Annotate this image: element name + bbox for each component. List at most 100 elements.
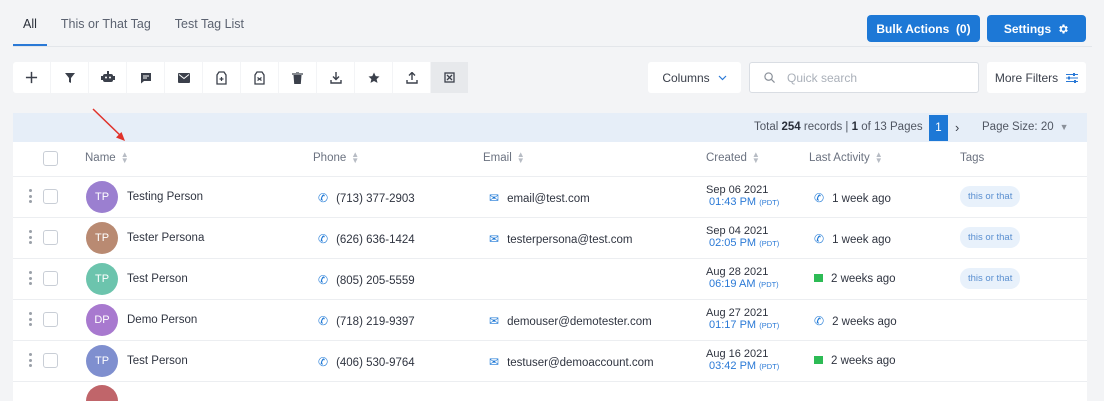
settings-button[interactable]: Settings bbox=[987, 15, 1086, 42]
column-header-created[interactable]: Created ▲ ▼ bbox=[706, 151, 760, 165]
avatar[interactable]: TP bbox=[86, 345, 118, 377]
pagination-bar: Total 254 records | 1 of 13 Pages 1 › Pa… bbox=[13, 113, 1087, 142]
contact-phone[interactable]: (713) 377-2903 bbox=[336, 193, 415, 205]
tag-badge[interactable]: this or that bbox=[960, 186, 1021, 207]
page-size-select[interactable]: Page Size: 20 ▼ bbox=[982, 121, 1069, 133]
chevron-down-icon: ▼ bbox=[1059, 122, 1069, 132]
mail-icon[interactable]: ✉ bbox=[489, 355, 499, 369]
mail-icon[interactable] bbox=[165, 62, 202, 93]
table-row[interactable]: TP Testing Person ✆ (713) 377-2903 ✉ email… bbox=[13, 177, 1087, 218]
trash-icon[interactable] bbox=[279, 62, 316, 93]
column-header-email[interactable]: Email ▲ ▼ bbox=[483, 150, 525, 165]
created-date: Sep 04 2021 bbox=[706, 225, 769, 237]
contact-name[interactable]: Test Person bbox=[127, 273, 188, 285]
contacts-page: { "tabs": ["All", "This or That Tag", "T… bbox=[0, 0, 1104, 401]
tag-add-icon[interactable] bbox=[203, 62, 240, 93]
select-all-checkbox[interactable] bbox=[43, 151, 58, 166]
phone-icon[interactable]: ✆ bbox=[318, 232, 328, 246]
tag-badge[interactable]: this or that bbox=[960, 227, 1021, 248]
merge-icon[interactable] bbox=[431, 62, 468, 93]
add-icon[interactable] bbox=[13, 62, 50, 93]
contact-name[interactable]: Tester Persona bbox=[127, 232, 204, 244]
contact-phone[interactable]: (805) 205-5559 bbox=[336, 275, 415, 287]
search-input[interactable] bbox=[787, 70, 967, 85]
records-summary: Total 254 records | 1 of 13 Pages bbox=[754, 121, 923, 133]
column-header-name[interactable]: Name ▲ ▼ bbox=[85, 151, 129, 165]
next-page-icon[interactable]: › bbox=[955, 120, 959, 135]
sort-icon: ▲ ▼ bbox=[516, 150, 525, 165]
mail-icon[interactable]: ✉ bbox=[489, 314, 499, 328]
bulk-actions-button[interactable]: Bulk Actions (0) bbox=[867, 15, 980, 42]
tab-all[interactable]: All bbox=[13, 0, 47, 46]
avatar[interactable]: TP bbox=[86, 263, 118, 295]
table-row[interactable]: TP Tester Persona ✆ (626) 636-1424 ✉ teste… bbox=[13, 218, 1087, 259]
robot-icon[interactable] bbox=[89, 62, 126, 93]
more-filters-button[interactable]: More Filters bbox=[987, 62, 1086, 93]
phone-icon[interactable]: ✆ bbox=[318, 273, 328, 287]
contact-phone[interactable]: (626) 636-1424 bbox=[336, 234, 415, 246]
created-time: 02:05 PM bbox=[709, 237, 757, 249]
contact-email[interactable]: email@test.com bbox=[507, 193, 590, 205]
message-icon[interactable] bbox=[127, 62, 164, 93]
row-checkbox[interactable] bbox=[43, 353, 58, 368]
contact-email[interactable]: testerpersona@test.com bbox=[507, 234, 632, 246]
row-checkbox[interactable] bbox=[43, 271, 58, 286]
last-activity: 2 weeks ago bbox=[832, 316, 897, 328]
page-1-button[interactable]: 1 bbox=[929, 115, 948, 141]
row-checkbox[interactable] bbox=[43, 189, 58, 204]
avatar[interactable]: DP bbox=[86, 304, 118, 336]
contact-name[interactable]: Test Person bbox=[127, 355, 188, 367]
timezone: (PDT) bbox=[759, 362, 780, 371]
column-header-tags: Tags bbox=[960, 152, 985, 164]
avatar[interactable]: TP bbox=[86, 181, 118, 213]
drag-handle-icon[interactable] bbox=[28, 271, 32, 285]
phone-icon[interactable]: ✆ bbox=[318, 355, 328, 369]
table-row[interactable]: TP Test Person ✆ (406) 530-9764 ✉ testuser… bbox=[13, 341, 1087, 382]
last-activity: 1 week ago bbox=[832, 193, 891, 205]
phone-icon[interactable]: ✆ bbox=[318, 191, 328, 205]
created-time: 06:19 AM bbox=[709, 278, 756, 290]
columns-dropdown[interactable]: Columns bbox=[648, 62, 741, 93]
contact-phone[interactable]: (406) 530-9764 bbox=[336, 357, 415, 369]
current-page-text: 1 bbox=[851, 121, 859, 133]
filter-icon[interactable] bbox=[51, 62, 88, 93]
page-size-label: Page Size: 20 bbox=[982, 121, 1054, 133]
contact-name[interactable]: Testing Person bbox=[127, 191, 203, 203]
tag-remove-icon[interactable] bbox=[241, 62, 278, 93]
drag-handle-icon[interactable] bbox=[28, 230, 32, 244]
contact-email[interactable]: demouser@demotester.com bbox=[507, 316, 652, 328]
created-date: Aug 27 2021 bbox=[706, 307, 769, 319]
drag-handle-icon[interactable] bbox=[28, 189, 32, 203]
download-icon[interactable] bbox=[317, 62, 354, 93]
upload-icon[interactable] bbox=[393, 62, 430, 93]
mail-icon[interactable]: ✉ bbox=[489, 232, 499, 246]
created-date: Sep 06 2021 bbox=[706, 184, 769, 196]
settings-label: Settings bbox=[1003, 21, 1052, 36]
tag-badge[interactable]: this or that bbox=[960, 268, 1021, 289]
tab-test-tag-list[interactable]: Test Tag List bbox=[165, 0, 254, 46]
avatar bbox=[86, 385, 118, 401]
quick-search[interactable] bbox=[749, 62, 979, 93]
drag-handle-icon[interactable] bbox=[28, 312, 32, 326]
flag-icon bbox=[814, 274, 823, 282]
row-checkbox[interactable] bbox=[43, 230, 58, 245]
timezone: (PDT) bbox=[759, 239, 780, 248]
row-checkbox[interactable] bbox=[43, 312, 58, 327]
table-row[interactable]: TP Test Person ✆ (805) 205-5559 Aug 28 20… bbox=[13, 259, 1087, 300]
timezone: (PDT) bbox=[758, 280, 779, 289]
column-header-last-activity[interactable]: Last Activity ▲ ▼ bbox=[809, 151, 883, 165]
drag-handle-icon[interactable] bbox=[28, 353, 32, 367]
more-filters-label: More Filters bbox=[994, 70, 1059, 85]
mail-icon[interactable]: ✉ bbox=[489, 191, 499, 205]
contact-phone[interactable]: (718) 219-9397 bbox=[336, 316, 415, 328]
avatar[interactable]: TP bbox=[86, 222, 118, 254]
phone-icon[interactable]: ✆ bbox=[318, 314, 328, 328]
chevron-down-icon bbox=[718, 75, 727, 80]
star-icon[interactable] bbox=[355, 62, 392, 93]
contact-name[interactable]: Demo Person bbox=[127, 314, 197, 326]
table-row[interactable]: DP Demo Person ✆ (718) 219-9397 ✉ demouser… bbox=[13, 300, 1087, 341]
contact-email[interactable]: testuser@demoaccount.com bbox=[507, 357, 654, 369]
column-header-phone[interactable]: Phone ▲ ▼ bbox=[313, 151, 359, 165]
tab-this-or-that-tag[interactable]: This or That Tag bbox=[51, 0, 161, 46]
action-toolbar bbox=[13, 62, 468, 93]
